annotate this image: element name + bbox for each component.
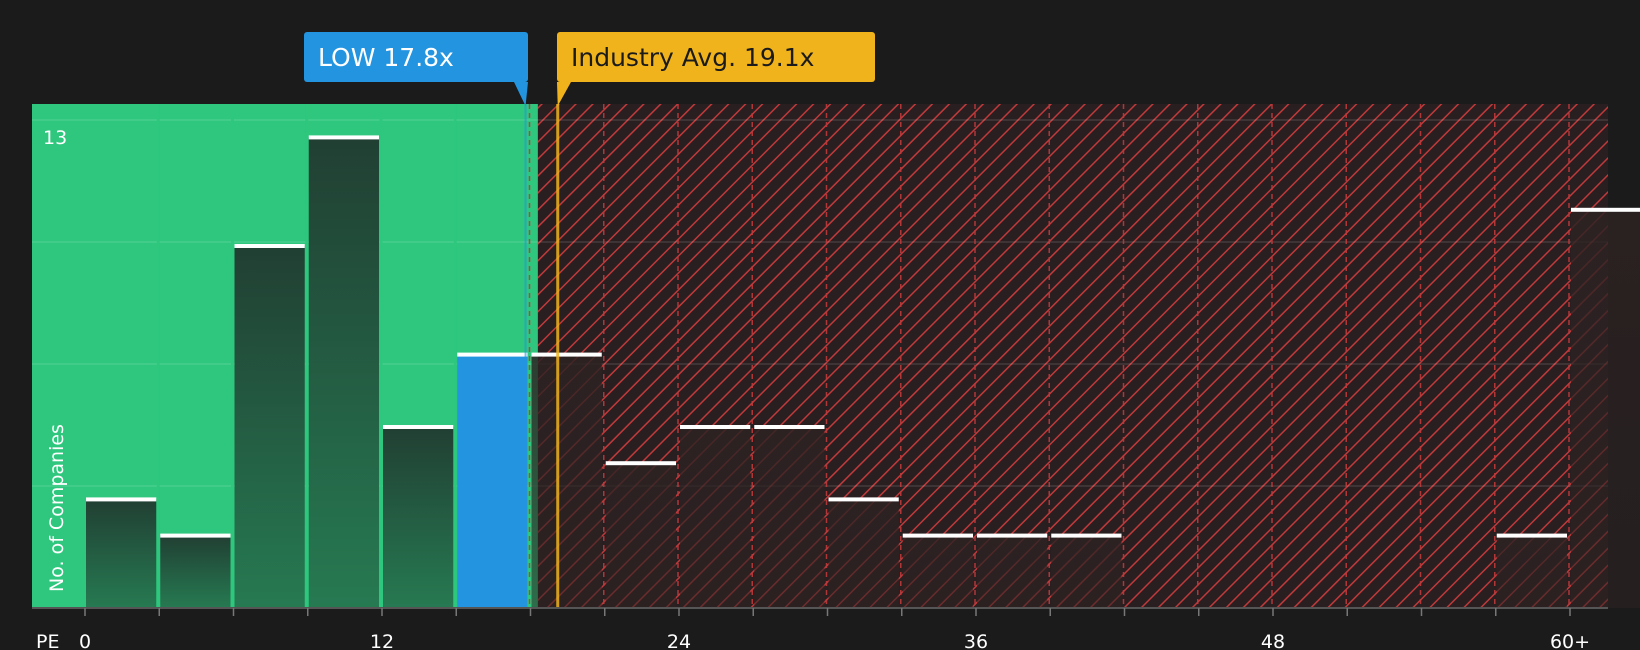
histogram-bar — [605, 463, 676, 608]
histogram-bar — [680, 427, 751, 608]
bar-cap — [308, 135, 379, 140]
histogram-bar — [828, 499, 899, 608]
histogram-bar — [977, 535, 1048, 608]
industry-avg-callout-label: Industry Avg. 19.1x — [571, 43, 814, 72]
x-tick-label: 24 — [667, 631, 691, 650]
histogram-bar — [902, 535, 973, 608]
low-callout-label: LOW 17.8x — [318, 43, 454, 72]
bar-cap — [1496, 533, 1567, 538]
bar-cap — [828, 497, 899, 502]
bar-cap — [1571, 207, 1640, 212]
bar-cap — [680, 425, 751, 429]
histogram-bar — [308, 137, 379, 608]
histogram-bar — [160, 535, 231, 608]
y-tick-label-13: 13 — [43, 127, 67, 149]
callout-pointer — [557, 82, 571, 106]
bar-cap — [902, 533, 973, 538]
x-tick-label: 60+ — [1550, 631, 1590, 650]
histogram-bar — [234, 246, 305, 608]
histogram-bar — [531, 354, 602, 608]
callouts: LOW 17.8x Industry Avg. 19.1x — [304, 32, 875, 106]
histogram-bar — [1571, 209, 1640, 609]
pe-distribution-chart: 0 12 24 36 48 60+ LOW 17.8x Industry Avg. 19.1… — [32, 32, 1640, 650]
histogram-bar — [1051, 535, 1122, 608]
bar-cap — [86, 497, 157, 502]
x-tick-label: 36 — [964, 631, 988, 650]
bar-cap — [754, 425, 825, 429]
x-tick-label: 12 — [370, 631, 394, 650]
bar-cap — [160, 533, 231, 538]
bar-cap — [383, 425, 454, 429]
histogram-bar — [383, 427, 454, 608]
histogram-bar — [86, 499, 157, 608]
bar-cap — [977, 533, 1048, 538]
x-tick-label: 0 — [79, 631, 91, 650]
histogram-bar — [754, 427, 825, 608]
x-axis-label: PE — [36, 631, 59, 650]
x-ticks: 0 12 24 36 48 60+ — [79, 608, 1590, 650]
bar-cap — [531, 352, 602, 357]
bar-cap — [457, 352, 528, 357]
histogram-bar — [1496, 535, 1567, 608]
bar-cap — [605, 461, 676, 466]
histogram-bar — [457, 354, 528, 608]
y-axis-label: No. of Companies — [46, 424, 68, 592]
callout-pointer — [514, 82, 528, 106]
x-tick-label: 48 — [1261, 631, 1285, 650]
bar-cap — [234, 244, 305, 248]
bar-cap — [1051, 533, 1122, 538]
